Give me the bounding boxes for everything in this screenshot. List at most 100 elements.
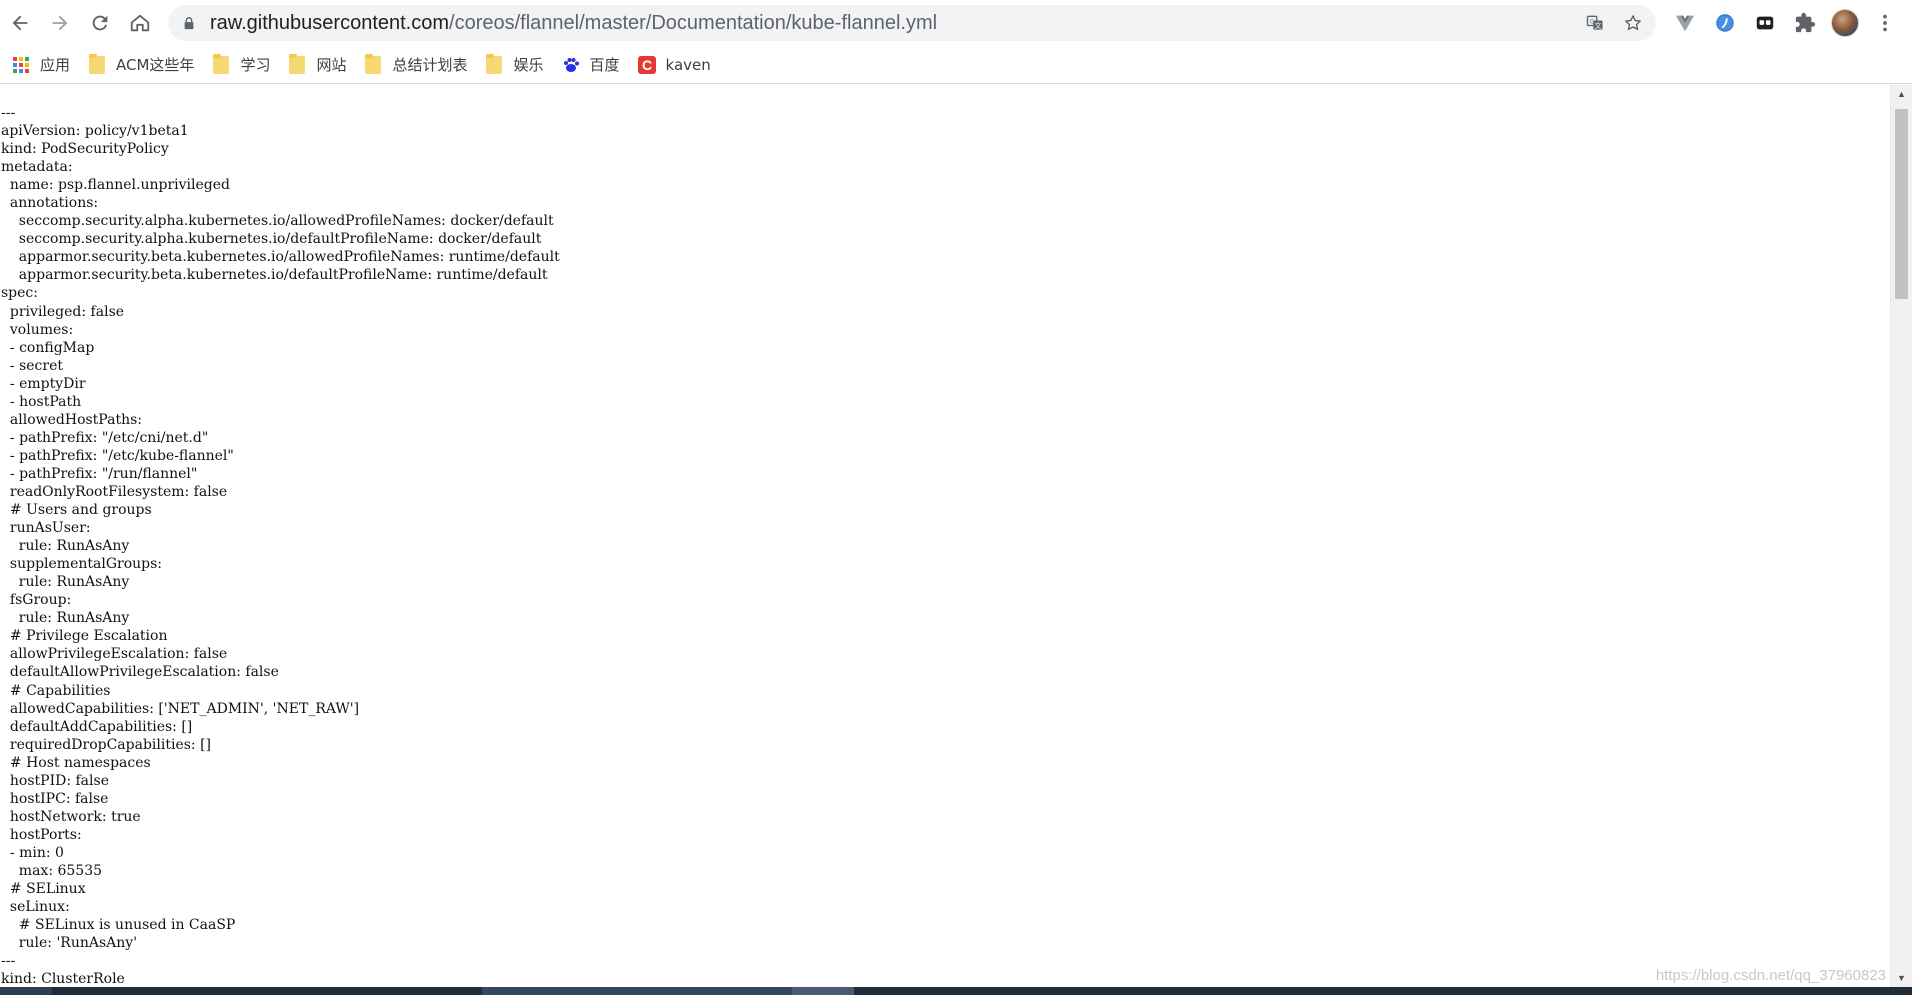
bookmark-baidu[interactable]: 百度 <box>560 50 628 80</box>
avatar <box>1831 9 1859 37</box>
bookmark-apps[interactable]: 应用 <box>10 50 78 80</box>
url-path: /coreos/flannel/master/Documentation/kub… <box>449 11 938 34</box>
arrow-right-icon <box>52 15 68 31</box>
code-line: # Privilege Escalation <box>1 628 168 645</box>
code-line: allowPrivilegeEscalation: false <box>1 646 228 663</box>
code-line: - secret <box>1 357 63 374</box>
bookmark-label: 网站 <box>316 56 347 74</box>
reload-button[interactable] <box>82 5 118 41</box>
code-line: apparmor.security.beta.kubernetes.io/all… <box>1 249 560 266</box>
taskbar-strip <box>0 987 1912 995</box>
code-line: - pathPrefix: "/etc/cni/net.d" <box>1 429 209 446</box>
svg-text:G: G <box>1590 19 1595 25</box>
code-line: rule: RunAsAny <box>1 538 130 555</box>
code-line: # Host namespaces <box>1 754 151 771</box>
bookmark-label: ACM这些年 <box>116 56 195 74</box>
folder-icon <box>212 53 230 74</box>
code-line: - pathPrefix: "/etc/kube-flannel" <box>1 447 234 464</box>
code-line: seLinux: <box>1 899 70 916</box>
code-line: kind: ClusterRole <box>1 971 125 987</box>
yaml-document: --- apiVersion: policy/v1beta1 kind: Pod… <box>0 85 1890 987</box>
code-line: allowedCapabilities: ['NET_ADMIN', 'NET_… <box>1 700 360 717</box>
code-line: allowedHostPaths: <box>1 411 142 428</box>
scroll-down-arrow-icon[interactable]: ▼ <box>1891 969 1912 987</box>
bookmark-label: 百度 <box>589 56 620 74</box>
bookmarks-bar: 应用 ACM这些年 学习 网站 总结计划表 娱乐 百度 C kaven <box>0 46 1912 84</box>
reload-icon <box>92 15 108 31</box>
code-line: --- <box>1 105 16 121</box>
puzzle-icon[interactable] <box>1788 6 1822 40</box>
extension-dark-icon[interactable] <box>1748 6 1782 40</box>
baidu-paw-icon <box>562 56 580 74</box>
code-line: hostNetwork: true <box>1 808 141 825</box>
code-line: apiVersion: policy/v1beta1 <box>1 123 189 140</box>
address-bar[interactable]: raw.githubusercontent.com/coreos/flannel… <box>168 5 1656 41</box>
raw-text-viewport[interactable]: --- apiVersion: policy/v1beta1 kind: Pod… <box>0 85 1890 987</box>
code-line: hostPorts: <box>1 826 82 843</box>
svg-text:C: C <box>641 57 651 73</box>
bookmark-label: 应用 <box>40 56 71 74</box>
code-line: - pathPrefix: "/run/flannel" <box>1 465 198 482</box>
bookmark-kaven[interactable]: C kaven <box>636 50 719 80</box>
bookmark-folder-study[interactable]: 学习 <box>210 50 278 80</box>
lock-icon[interactable] <box>182 15 198 31</box>
code-line: max: 65535 <box>1 862 103 879</box>
star-icon[interactable] <box>1618 8 1648 38</box>
bookmark-folder-acm[interactable]: ACM这些年 <box>86 50 202 80</box>
extensions-area <box>1668 5 1902 41</box>
code-line: fsGroup: <box>1 592 72 609</box>
code-line: rule: RunAsAny <box>1 610 130 627</box>
code-line: - configMap <box>1 339 95 356</box>
arrow-left-icon <box>12 15 28 31</box>
vue-devtools-icon[interactable] <box>1668 6 1702 40</box>
folder-icon <box>364 53 382 74</box>
code-line: seccomp.security.alpha.kubernetes.io/def… <box>1 231 542 248</box>
extension-blue-icon[interactable] <box>1708 6 1742 40</box>
bookmark-label: kaven <box>665 55 711 74</box>
bookmark-label: 学习 <box>240 56 271 74</box>
url-text[interactable]: raw.githubusercontent.com/coreos/flannel… <box>210 12 937 35</box>
code-line: runAsUser: <box>1 520 91 537</box>
code-line: # SELinux <box>1 881 86 898</box>
code-line: defaultAllowPrivilegeEscalation: false <box>1 664 279 681</box>
code-line: supplementalGroups: <box>1 556 162 573</box>
code-line: name: psp.flannel.unprivileged <box>1 177 231 194</box>
menu-kebab-icon[interactable] <box>1868 6 1902 40</box>
profile-avatar[interactable] <box>1828 6 1862 40</box>
code-line: metadata: <box>1 159 73 176</box>
back-button[interactable] <box>2 5 38 41</box>
code-line: hostIPC: false <box>1 790 109 807</box>
code-line: - hostPath <box>1 393 82 410</box>
code-line: kind: PodSecurityPolicy <box>1 141 169 158</box>
code-line: apparmor.security.beta.kubernetes.io/def… <box>1 267 548 284</box>
bookmark-label: 总结计划表 <box>392 56 468 74</box>
code-line: spec: <box>1 285 38 302</box>
home-button[interactable] <box>122 5 158 41</box>
vertical-scrollbar[interactable]: ▲ ▼ <box>1890 85 1912 987</box>
bookmark-folder-entertainment[interactable]: 娱乐 <box>483 50 551 80</box>
csdn-icon: C <box>637 55 656 74</box>
code-line: - emptyDir <box>1 375 86 392</box>
code-line: readOnlyRootFilesystem: false <box>1 483 228 500</box>
bookmark-folder-plans[interactable]: 总结计划表 <box>362 50 475 80</box>
scroll-up-arrow-icon[interactable]: ▲ <box>1891 85 1912 103</box>
code-line: - min: 0 <box>1 844 64 861</box>
code-line: defaultAddCapabilities: [] <box>1 718 193 735</box>
code-line: # Users and groups <box>1 502 152 519</box>
url-host: raw.githubusercontent.com <box>210 11 450 34</box>
code-line: annotations: <box>1 195 99 212</box>
folder-icon <box>485 53 503 74</box>
forward-button[interactable] <box>42 5 78 41</box>
svg-text:文: 文 <box>1595 21 1602 30</box>
code-line: volumes: <box>1 321 74 338</box>
bookmark-folder-websites[interactable]: 网站 <box>286 50 354 80</box>
bookmark-label: 娱乐 <box>513 56 544 74</box>
browser-toolbar: raw.githubusercontent.com/coreos/flannel… <box>0 0 1912 46</box>
code-line: --- <box>1 953 16 970</box>
code-line: rule: RunAsAny <box>1 574 130 591</box>
code-line: # SELinux is unused in CaaSP <box>1 917 236 934</box>
translate-icon[interactable]: 文G <box>1580 8 1610 38</box>
watermark: https://blog.csdn.net/qq_37960823 <box>1655 967 1886 984</box>
scroll-thumb[interactable] <box>1895 109 1908 299</box>
apps-grid-icon <box>12 56 30 74</box>
